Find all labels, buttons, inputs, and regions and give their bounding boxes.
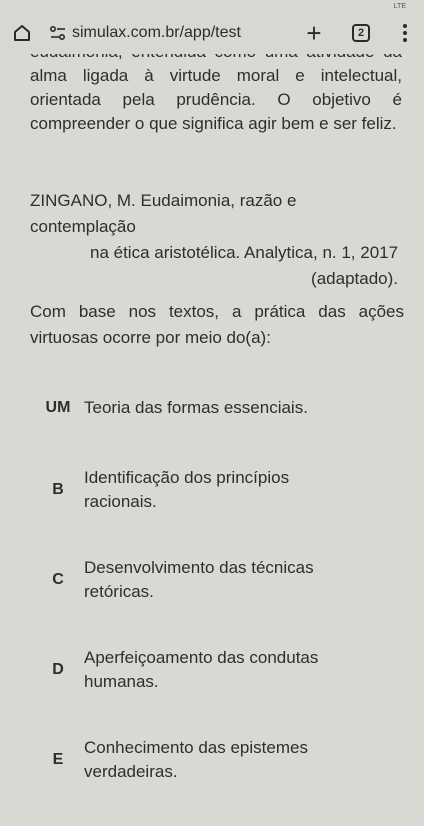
network-indicator: LTE: [393, 2, 406, 10]
option-letter: UM: [45, 399, 71, 416]
status-bar: LTE: [0, 0, 424, 12]
option-letter: E: [52, 751, 64, 768]
site-settings-icon[interactable]: [48, 23, 68, 43]
answer-option-e[interactable]: E Conhecimento das epistemes verdadeiras…: [10, 728, 414, 792]
option-text: Identificação dos princípios racionais.: [84, 468, 290, 511]
answer-option-a[interactable]: UM Teoria das formas essenciais.: [10, 384, 414, 432]
answer-option-b[interactable]: B Identificação dos princípios racionais…: [10, 458, 414, 522]
citation-line: ZINGANO, M. Eudaimonia, razão e contempl…: [30, 191, 297, 236]
reading-passage: eudaimonia, entendida como uma atividade…: [30, 54, 402, 136]
page-content: eudaimonia, entendida como uma atividade…: [0, 54, 424, 826]
home-button[interactable]: [10, 21, 34, 45]
citation-line: na ética aristotélica. Analytica, n. 1, …: [90, 243, 399, 262]
option-letter: C: [52, 571, 64, 588]
url-text[interactable]: simulax.com.br/app/test: [72, 24, 284, 42]
address-bar[interactable]: simulax.com.br/app/test: [48, 23, 284, 43]
option-text: Teoria das formas essenciais.: [84, 398, 308, 417]
option-text: Conhecimento das epistemes verdadeiras.: [84, 738, 308, 781]
option-letter: D: [52, 661, 64, 678]
citation: ZINGANO, M. Eudaimonia, razão e contempl…: [30, 188, 404, 292]
question-prompt: Com base nos textos, a prática das ações…: [30, 302, 404, 347]
home-icon: [14, 25, 30, 41]
answer-option-c[interactable]: C Desenvolvimento das técnicas retóricas…: [10, 548, 414, 612]
option-text: Aperfeiçoamento das condutas humanas.: [84, 648, 319, 691]
browser-toolbar: simulax.com.br/app/test + 2: [0, 12, 424, 54]
more-menu-button[interactable]: [400, 24, 410, 42]
passage-paragraph: eudaimonia, entendida como uma atividade…: [30, 54, 402, 133]
new-tab-button[interactable]: +: [302, 20, 326, 46]
citation-line: (adaptado).: [311, 269, 398, 288]
answer-option-d[interactable]: D Aperfeiçoamento das condutas humanas.: [10, 638, 414, 702]
option-text: Desenvolvimento das técnicas retóricas.: [84, 558, 314, 601]
option-letter: B: [52, 481, 64, 498]
tab-switcher-button[interactable]: 2: [352, 24, 370, 42]
